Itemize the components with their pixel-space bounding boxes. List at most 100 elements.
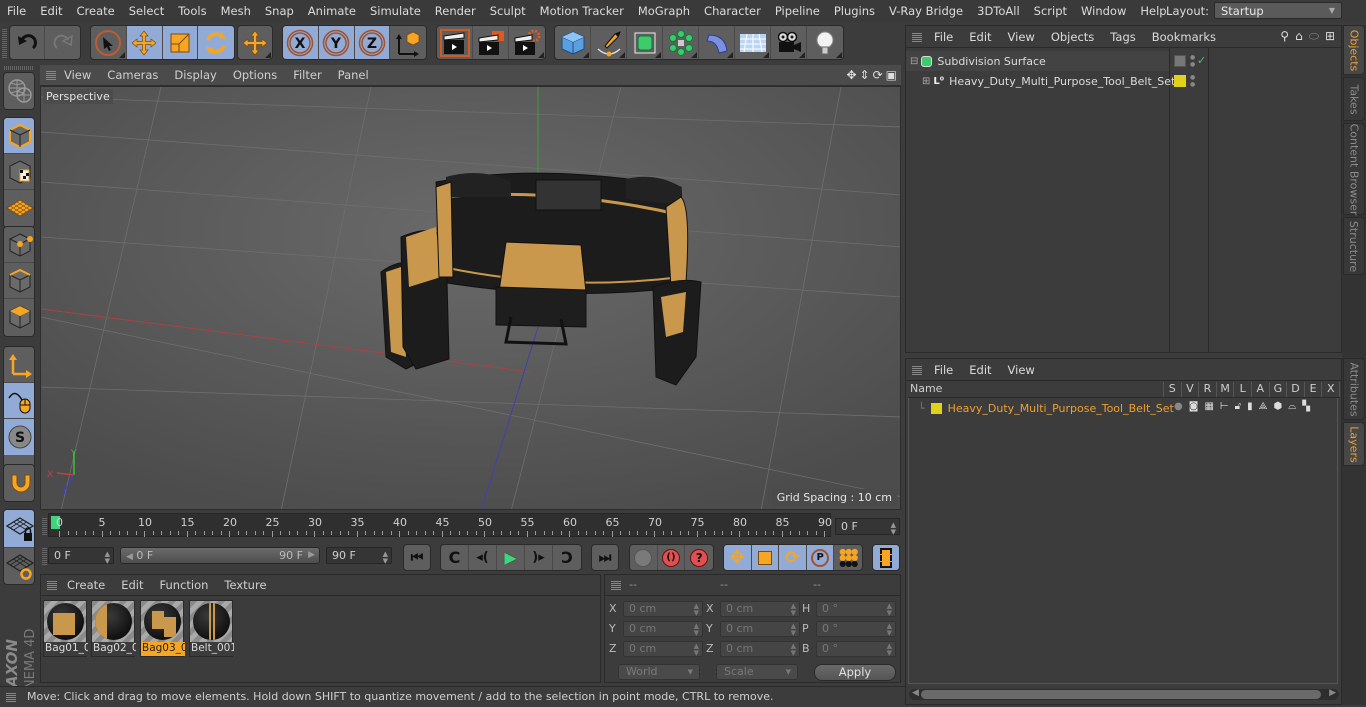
move-button[interactable] [126,26,163,59]
material-swatch[interactable]: Bag01_0 [43,600,88,657]
render-to-picture-viewer-button[interactable] [473,26,509,59]
object-menu-tags[interactable]: Tags [1102,30,1143,44]
texture-mode-button[interactable] [4,154,34,190]
coordinate-field[interactable]: 0 cm ▲ ▼ [720,641,800,657]
snap-button[interactable] [4,465,34,501]
material-swatch-selected[interactable]: Bag03_0 [140,600,185,657]
y-axis-lock-button[interactable]: Y [318,26,355,59]
spinner-icon[interactable]: ▲ ▼ [887,623,892,637]
layer-horizontal-scrollbar[interactable]: ◀ ▶ [909,688,1339,700]
layout-dropdown[interactable]: Startup ▼ [1214,2,1342,19]
layer-color-swatch[interactable] [1174,75,1186,87]
3d-viewport[interactable]: Perspective Y X Z Grid Spacing : 10 cm [40,86,901,510]
editor-visibility-icon[interactable] [1174,55,1186,67]
layer-column-header[interactable]: E [1305,382,1323,397]
viewport-menu-options[interactable]: Options [225,68,285,82]
object-grip[interactable] [912,32,922,42]
coordinates-grip[interactable] [611,580,621,590]
menu-3dtoall[interactable]: 3DToAll [970,4,1027,18]
coordinate-system-button[interactable] [390,26,426,59]
timeline-grip[interactable] [42,517,47,535]
search-icon[interactable]: ⚲ [1280,29,1289,44]
previous-key-button[interactable]: C [441,545,469,570]
menu-vray-bridge[interactable]: V-Ray Bridge [882,4,970,18]
material-menu-edit[interactable]: Edit [113,578,151,592]
key-parameter-button[interactable]: P [806,545,835,570]
object-menu-file[interactable]: File [926,30,961,44]
tab-content-browser[interactable]: Content Browser [1343,123,1365,215]
material-grip[interactable] [47,580,57,590]
menu-plugins[interactable]: Plugins [827,4,882,18]
edit-render-settings-button[interactable] [509,26,545,59]
add-subdivision-surface-button[interactable] [627,26,663,59]
viewport-menu-view[interactable]: View [56,68,99,82]
scale-button[interactable] [162,26,199,59]
spinner-icon[interactable]: ▲ ▼ [105,551,110,565]
layer-column-header[interactable]: A [1252,382,1270,397]
add-deformer-button[interactable] [699,26,735,59]
current-frame-field[interactable]: 0 F ▲ ▼ [835,518,900,536]
spinner-icon[interactable]: ▲ ▼ [694,623,699,637]
object-row-tool-belt[interactable]: ⊞ L⁰ Heavy_Duty_Multi_Purpose_Tool_Belt_… [906,71,1175,91]
menu-create[interactable]: Create [70,4,122,18]
menu-pipeline[interactable]: Pipeline [768,4,827,18]
layer-column-header[interactable]: Name [908,382,1164,397]
layer-menu-view[interactable]: View [1000,363,1043,377]
coordinate-field[interactable]: 0 cm ▲ ▼ [720,621,800,637]
status-grip[interactable] [6,692,16,702]
layer-column-header[interactable]: L [1234,382,1253,397]
pan-view-icon[interactable]: ✥ [846,68,856,82]
layer-column-header[interactable]: G [1270,382,1288,397]
menu-character[interactable]: Character [697,4,768,18]
preview-range-slider[interactable]: ◀ 0 F 90 F ▶ [120,547,320,564]
coordinate-field[interactable]: 0 ° ▲ ▼ [816,601,896,617]
model-mode-button[interactable] [4,118,34,154]
menu-animate[interactable]: Animate [301,4,363,18]
scrollbar-thumb[interactable] [921,690,1321,699]
playback-grip[interactable] [42,547,47,565]
add-floor-button[interactable] [735,26,771,59]
tab-layers[interactable]: Layers [1343,422,1365,466]
layer-menu-file[interactable]: File [926,363,961,377]
layer-column-header[interactable]: D [1287,382,1305,397]
coordinate-field[interactable]: 0 ° ▲ ▼ [816,621,896,637]
planar-workplane-button[interactable] [4,548,34,584]
coordinate-field[interactable]: 0 cm ▲ ▼ [623,601,703,617]
timeline-window-button[interactable] [873,545,899,570]
workplane-mode-button[interactable] [4,190,34,226]
autokeying-button[interactable]: ? [685,545,713,570]
points-mode-button[interactable] [4,227,34,263]
key-point-level-button[interactable]: ●●● ●●● ●●● [834,545,862,570]
solo-button[interactable]: S [4,419,34,455]
tab-structure[interactable]: Structure [1343,217,1365,275]
link-icon[interactable]: ⬭ [1309,29,1319,44]
live-selection-button[interactable] [91,26,127,59]
spinner-icon[interactable]: ▲ ▼ [694,643,699,657]
key-position-button[interactable]: ✥ [724,545,752,570]
layer-column-header[interactable]: V [1182,382,1200,397]
scroll-left-icon[interactable]: ◀ [912,688,919,698]
range-left-arrow-icon[interactable]: ◀ [126,552,133,562]
locked-workplane-button[interactable] [4,510,34,548]
layer-grip[interactable] [912,365,922,375]
spinner-icon[interactable]: ▲ ▼ [891,522,896,536]
dolly-view-icon[interactable]: ⇕ [860,68,870,82]
go-to-end-button[interactable]: ⏭ [592,545,618,570]
menu-motion-tracker[interactable]: Motion Tracker [533,4,631,18]
layer-column-header[interactable]: R [1199,382,1217,397]
coordinate-mode-dropdown[interactable]: World ▼ [618,664,700,680]
coordinate-field[interactable]: 0 ° ▲ ▼ [816,641,896,657]
apply-button[interactable]: Apply [814,664,896,681]
expand-icon[interactable]: ⊞ [922,76,930,87]
layer-column-header[interactable]: X [1322,382,1341,397]
palette-grip[interactable] [4,66,34,70]
coordinate-field[interactable]: 0 cm ▲ ▼ [623,621,703,637]
viewport-camera-label[interactable]: Perspective [43,89,113,104]
undo-button[interactable] [10,26,46,59]
rotate-button[interactable] [198,26,234,59]
layer-menu-edit[interactable]: Edit [961,363,999,377]
material-menu-function[interactable]: Function [152,578,217,592]
viewport-grip[interactable] [46,70,56,80]
spinner-icon[interactable]: ▲ ▼ [887,643,892,657]
menu-edit[interactable]: Edit [33,4,69,18]
